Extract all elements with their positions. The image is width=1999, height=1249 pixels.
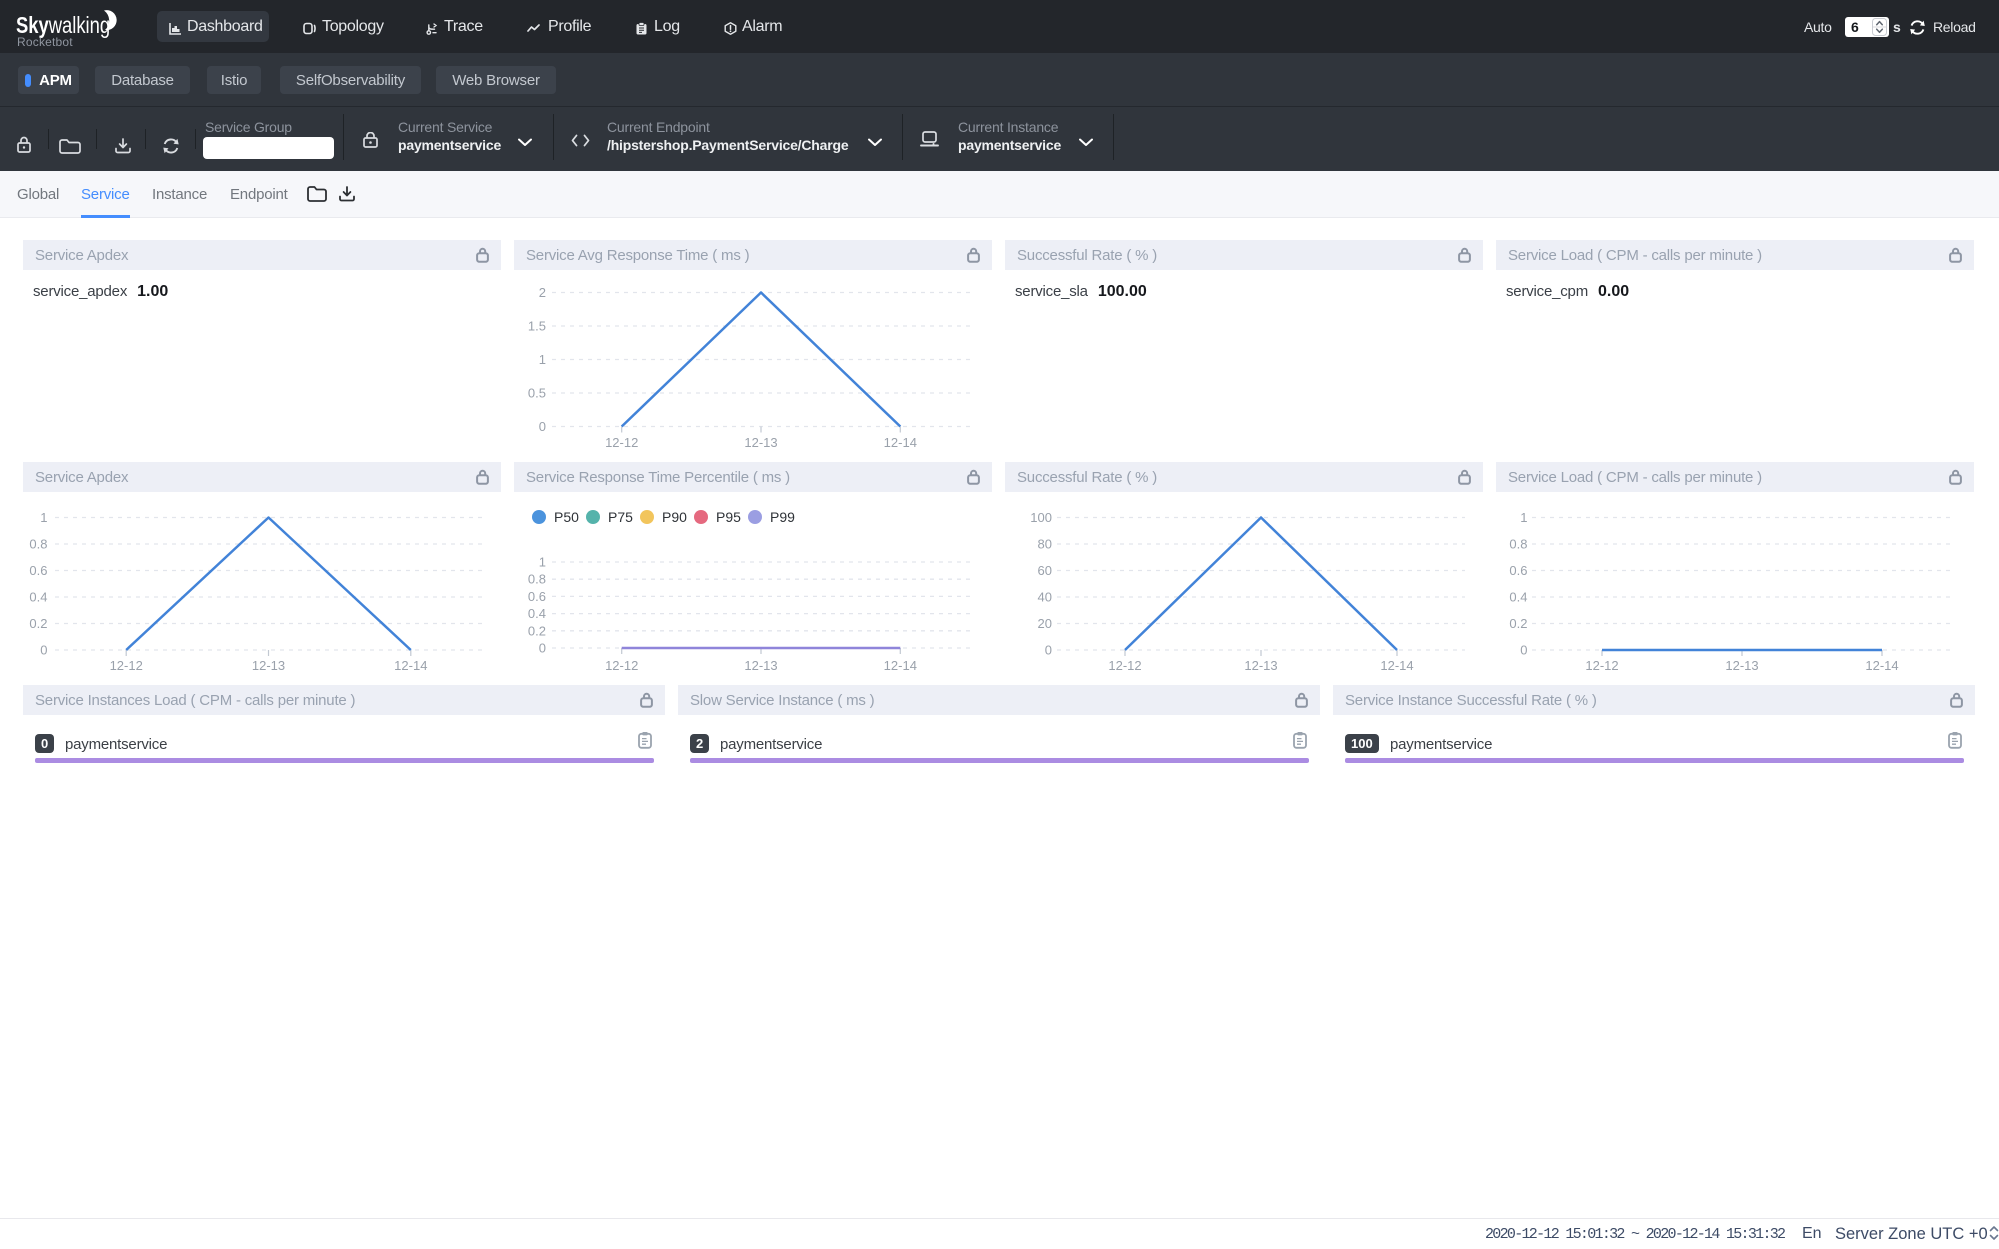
svg-text:0.8: 0.8 [29, 537, 47, 552]
svg-text:0.2: 0.2 [528, 623, 546, 638]
svg-text:0.2: 0.2 [29, 616, 47, 631]
svg-text:12-13: 12-13 [1725, 658, 1758, 673]
svg-text:1: 1 [40, 510, 47, 525]
svg-text:0.6: 0.6 [1509, 563, 1527, 578]
svg-text:12-12: 12-12 [110, 658, 143, 673]
svg-text:12-14: 12-14 [1865, 658, 1898, 673]
svg-text:0.8: 0.8 [528, 572, 546, 587]
svg-text:0: 0 [1045, 643, 1052, 658]
svg-text:12-14: 12-14 [1380, 658, 1413, 673]
svg-text:0.4: 0.4 [29, 590, 47, 605]
svg-text:12-13: 12-13 [744, 435, 777, 450]
svg-text:0.8: 0.8 [1509, 537, 1527, 552]
svg-text:40: 40 [1038, 590, 1052, 605]
svg-text:12-14: 12-14 [884, 658, 917, 673]
svg-text:12-12: 12-12 [605, 658, 638, 673]
svg-text:0: 0 [1520, 643, 1527, 658]
svg-text:60: 60 [1038, 563, 1052, 578]
svg-text:12-14: 12-14 [884, 435, 917, 450]
svg-text:100: 100 [1030, 510, 1052, 525]
svg-text:1: 1 [539, 352, 546, 367]
svg-text:0.2: 0.2 [1509, 616, 1527, 631]
svg-text:0.4: 0.4 [1509, 590, 1527, 605]
svg-text:80: 80 [1038, 537, 1052, 552]
svg-text:12-12: 12-12 [605, 435, 638, 450]
svg-text:12-12: 12-12 [1585, 658, 1618, 673]
svg-text:0.6: 0.6 [29, 563, 47, 578]
svg-text:2: 2 [539, 285, 546, 300]
svg-text:1: 1 [539, 555, 546, 570]
svg-text:12-13: 12-13 [1244, 658, 1277, 673]
svg-text:1: 1 [1520, 510, 1527, 525]
svg-text:12-14: 12-14 [394, 658, 427, 673]
svg-text:0.5: 0.5 [528, 386, 546, 401]
svg-text:20: 20 [1038, 616, 1052, 631]
svg-text:12-12: 12-12 [1108, 658, 1141, 673]
svg-text:12-13: 12-13 [252, 658, 285, 673]
svg-text:0: 0 [539, 641, 546, 656]
svg-text:0: 0 [539, 419, 546, 434]
svg-text:0.6: 0.6 [528, 589, 546, 604]
svg-text:0: 0 [40, 643, 47, 658]
svg-text:0.4: 0.4 [528, 606, 546, 621]
svg-text:1.5: 1.5 [528, 319, 546, 334]
svg-text:12-13: 12-13 [744, 658, 777, 673]
